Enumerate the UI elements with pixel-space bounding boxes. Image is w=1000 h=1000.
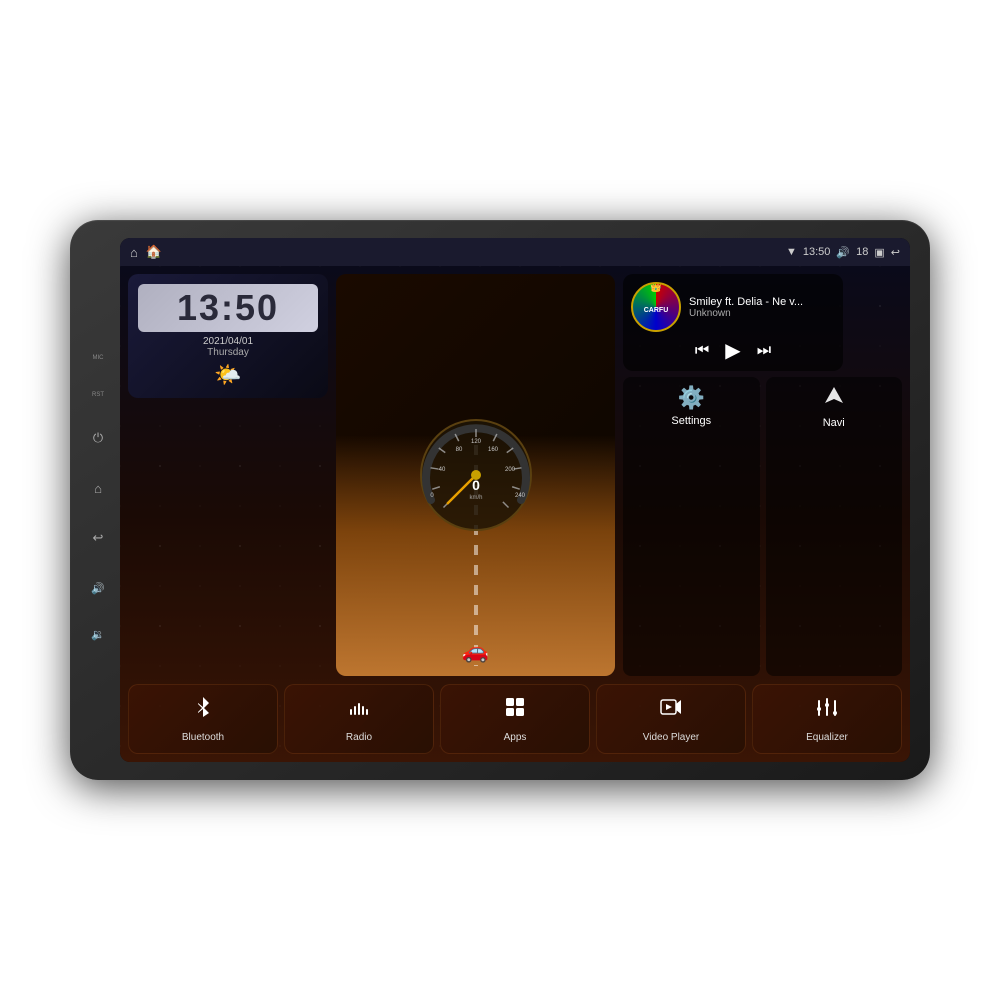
car-graphic: 🚗 [462, 638, 489, 664]
radio-label: Radio [346, 732, 372, 743]
home-status-icon[interactable]: ⌂ [130, 245, 138, 260]
back-side-button[interactable]: ↩ [87, 527, 109, 549]
navi-icon [823, 385, 845, 413]
speedometer-widget: 🚗 [336, 274, 615, 676]
speaker-icon: 🔊 [836, 246, 850, 259]
main-screen: 13:50 2021/04/01 Thursday 🌤️ 🚗 [120, 266, 910, 762]
settings-button[interactable]: ⚙️ Settings [623, 377, 760, 676]
clock-status: 13:50 [803, 246, 831, 258]
mic-label: MIC [93, 355, 104, 362]
radio-button[interactable]: Radio [284, 684, 434, 754]
music-album-art: 👑 CARFU [631, 282, 681, 332]
rst-label: RST [92, 392, 104, 399]
svg-text:120: 120 [470, 439, 481, 445]
equalizer-icon [815, 695, 839, 726]
back-status-icon[interactable]: ↩ [891, 246, 900, 259]
clock-time: 13:50 [148, 288, 308, 328]
svg-text:240: 240 [514, 493, 525, 499]
battery-level: 18 [856, 246, 868, 258]
bottom-bar: Bluetooth Radio [128, 684, 902, 754]
svg-text:160: 160 [487, 447, 498, 453]
music-controls: ⏮ ▶ ⏭ [631, 338, 835, 363]
clock-widget: 13:50 2021/04/01 Thursday 🌤️ [128, 274, 328, 398]
music-widget: 👑 CARFU Smiley ft. Delia - Ne v... Unkno… [623, 274, 843, 371]
recent-apps-icon[interactable]: ▣ [874, 246, 884, 259]
status-bar: ⌂ 🏠 ▼ 13:50 🔊 18 ▣ ↩ [120, 238, 910, 266]
wifi-icon: ▼ [786, 246, 797, 258]
bluetooth-label: Bluetooth [182, 732, 224, 743]
svg-text:40: 40 [438, 467, 445, 473]
vol-up-button[interactable]: 🔊 [87, 577, 109, 599]
clock-display: 13:50 [138, 284, 318, 332]
equalizer-button[interactable]: Equalizer [752, 684, 902, 754]
power-button[interactable]: ⏻ [87, 427, 109, 449]
navi-button[interactable]: Navi [766, 377, 903, 676]
bluetooth-button[interactable]: Bluetooth [128, 684, 278, 754]
screen: ⌂ 🏠 ▼ 13:50 🔊 18 ▣ ↩ 13:50 [120, 238, 910, 762]
side-controls: MIC RST ⏻ ⌂ ↩ 🔊 🔉 [84, 355, 112, 645]
apps-icon [503, 695, 527, 726]
svg-text:80: 80 [455, 447, 462, 453]
settings-icon: ⚙️ [678, 385, 705, 411]
video-label: Video Player [643, 732, 700, 743]
apps-label: Apps [504, 732, 527, 743]
weather-icon: 🌤️ [138, 362, 318, 388]
music-title: Smiley ft. Delia - Ne v... [689, 296, 835, 308]
apps-button[interactable]: Apps [440, 684, 590, 754]
clock-day: Thursday [138, 347, 318, 358]
radio-icon [347, 695, 371, 726]
navi-label: Navi [823, 417, 845, 429]
clock-date: 2021/04/01 [138, 336, 318, 347]
video-icon [659, 695, 683, 726]
bluetooth-icon [191, 695, 215, 726]
speedometer-gauge: 0 40 80 120 160 200 240 0 [416, 415, 536, 535]
vol-down-button[interactable]: 🔉 [87, 623, 109, 645]
svg-text:km/h: km/h [469, 495, 482, 501]
prev-button[interactable]: ⏮ [695, 342, 709, 360]
play-button[interactable]: ▶ [725, 338, 740, 363]
svg-text:200: 200 [504, 467, 515, 473]
settings-label: Settings [671, 415, 711, 427]
music-info: Smiley ft. Delia - Ne v... Unknown [689, 296, 835, 319]
car-head-unit: MIC RST ⏻ ⌂ ↩ 🔊 🔉 ⌂ 🏠 ▼ 13:50 🔊 18 ▣ [70, 220, 930, 780]
app-icon[interactable]: 🏠 [146, 244, 162, 260]
video-player-button[interactable]: Video Player [596, 684, 746, 754]
next-button[interactable]: ⏭ [757, 342, 771, 360]
home-side-button[interactable]: ⌂ [87, 477, 109, 499]
music-artist: Unknown [689, 308, 835, 319]
equalizer-label: Equalizer [806, 732, 848, 743]
svg-text:0: 0 [472, 477, 480, 493]
